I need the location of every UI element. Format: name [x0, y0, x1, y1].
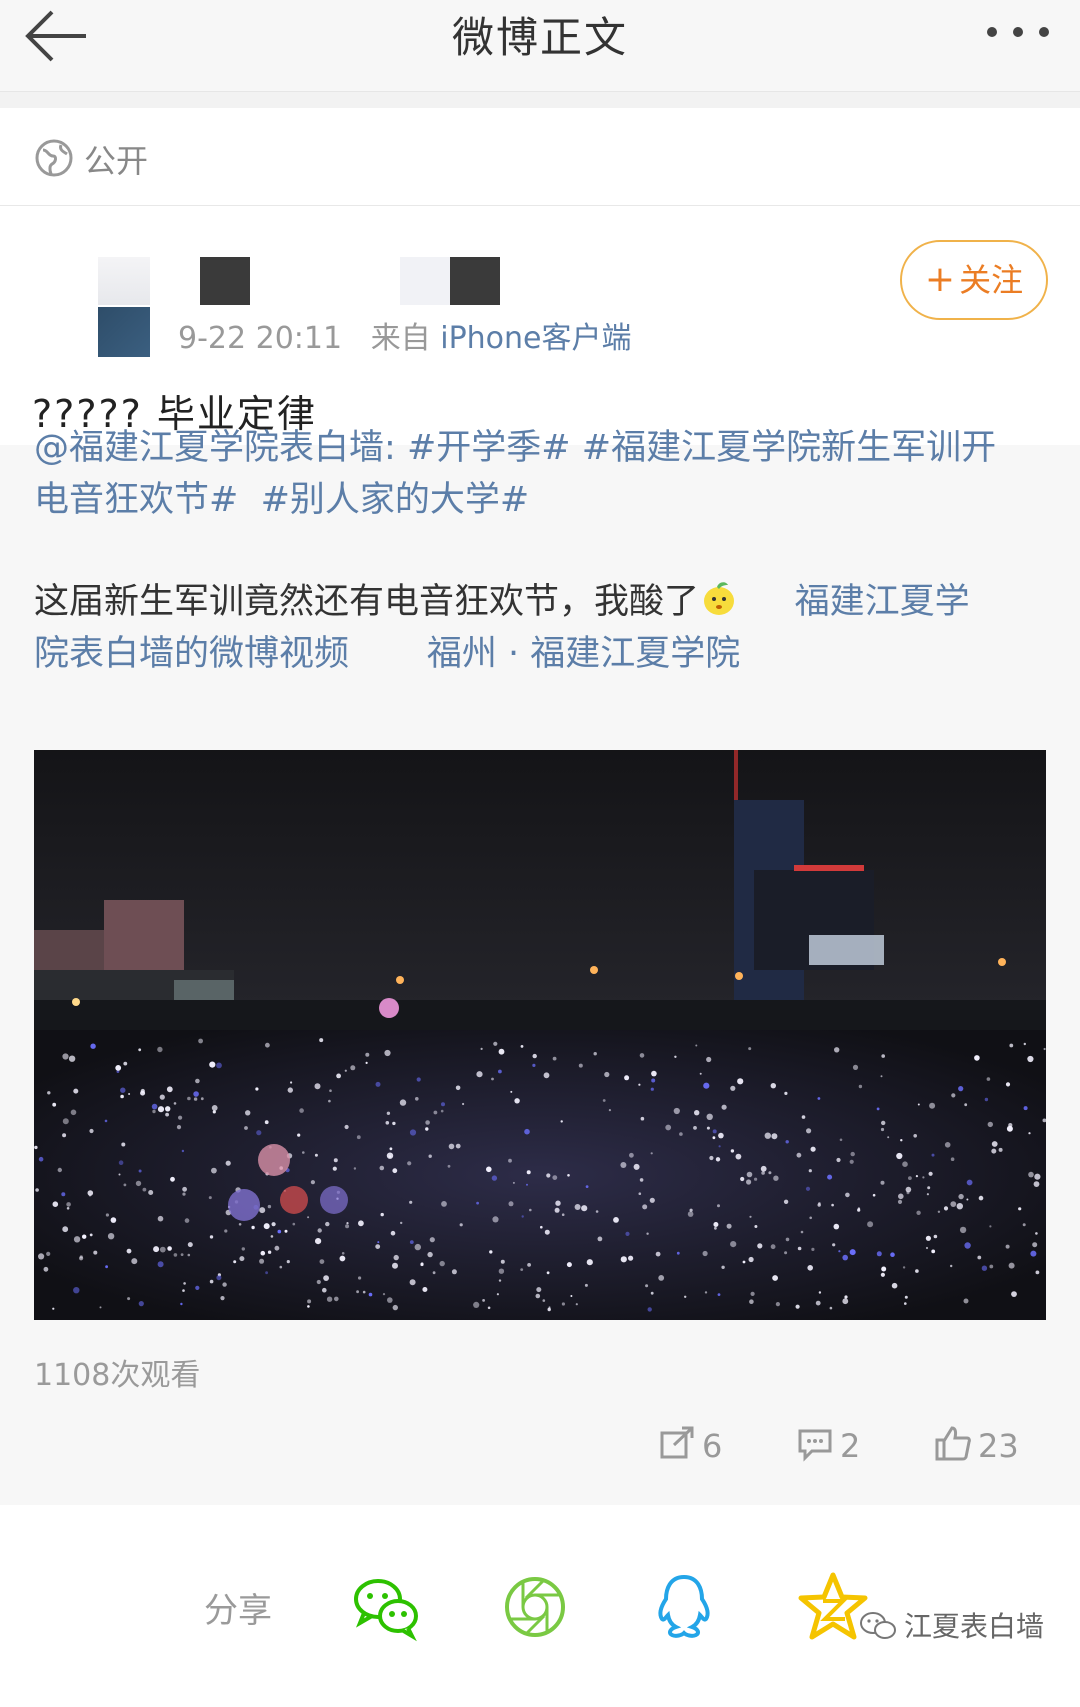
page-title: 微博正文: [451, 13, 628, 62]
qq-icon[interactable]: [648, 1571, 720, 1643]
lemon-emoji-icon: [704, 582, 735, 615]
avatar[interactable]: [98, 257, 150, 357]
view-count: 1108次观看: [34, 1358, 201, 1393]
username-redacted: [400, 257, 450, 305]
colon-text: :: [384, 428, 396, 468]
globe-icon: [35, 139, 73, 177]
repost-button[interactable]: 6: [658, 1425, 722, 1465]
repost-count: 6: [702, 1427, 723, 1465]
post-header: 9-22 20:11 来自 iPhone客户端 + 关注 ????? 毕业定律: [0, 207, 1080, 445]
location-link[interactable]: 福州 · 福建江夏学院: [427, 634, 740, 674]
more-button[interactable]: [984, 10, 1054, 50]
plus-icon: +: [924, 259, 956, 300]
like-button[interactable]: 23: [934, 1425, 1019, 1465]
more-dots-icon: [987, 27, 1049, 37]
username-redacted[interactable]: [200, 257, 250, 305]
source-prefix: 来自: [370, 321, 431, 356]
moments-icon[interactable]: [499, 1571, 571, 1643]
post-source-link[interactable]: iPhone客户端: [440, 321, 631, 356]
visibility-label: 公开: [84, 142, 149, 180]
like-count: 23: [978, 1427, 1019, 1465]
watermark-text: 江夏表白墙: [903, 1610, 1044, 1643]
video-player[interactable]: [34, 750, 1046, 1320]
section-gap: [0, 92, 1080, 108]
hashtag-link[interactable]: #福建江夏学院新生军训开: [582, 428, 996, 468]
share-label: 分享: [204, 1591, 272, 1631]
repost-line-3: 这届新生军训竟然还有电音狂欢节，我酸了 福建江夏学: [34, 577, 970, 627]
video-link[interactable]: 福建江夏学: [795, 582, 970, 622]
watermark: 江夏表白墙: [858, 1605, 1044, 1645]
mention-link[interactable]: @福建江夏学院表白墙: [34, 428, 384, 468]
hashtag-link[interactable]: 电音狂欢节#: [34, 480, 238, 520]
follow-button[interactable]: + 关注: [900, 240, 1048, 320]
post-timestamp: 9-22 20:11: [178, 321, 343, 356]
repost-icon: [660, 1426, 694, 1459]
hashtag-link[interactable]: #别人家的大学#: [261, 480, 530, 520]
video-thumbnail: [34, 750, 1046, 1320]
comment-icon: [798, 1429, 832, 1462]
repost-line-1: @福建江夏学院表白墙: #开学季# #福建江夏学院新生军训开: [34, 423, 996, 473]
wechat-official-account-icon: [859, 1612, 896, 1639]
repost-line-4: 院表白墙的微博视频 福州 · 福建江夏学院: [34, 629, 740, 679]
comment-count: 2: [840, 1427, 861, 1465]
username-redacted[interactable]: [450, 257, 500, 305]
video-link[interactable]: 院表白墙的微博视频: [34, 634, 349, 674]
visibility-row: 公开: [0, 108, 1080, 206]
reposted-content[interactable]: @福建江夏学院表白墙: #开学季# #福建江夏学院新生军训开 电音狂欢节# #别…: [0, 428, 1080, 1505]
repost-line-2: 电音狂欢节# #别人家的大学#: [34, 475, 529, 525]
follow-label: 关注: [959, 261, 1024, 299]
top-nav-bar: 微博正文: [0, 0, 1080, 92]
repost-body: 这届新生军训竟然还有电音狂欢节，我酸了: [34, 582, 700, 622]
comment-button[interactable]: 2: [796, 1425, 860, 1465]
post-meta: 9-22 20:11 来自 iPhone客户端: [178, 313, 632, 357]
hashtag-link[interactable]: #开学季#: [407, 428, 571, 468]
wechat-icon[interactable]: [350, 1571, 422, 1643]
thumbs-up-icon: [935, 1426, 971, 1461]
share-bar: 分享 江夏表白墙: [0, 1505, 1080, 1707]
